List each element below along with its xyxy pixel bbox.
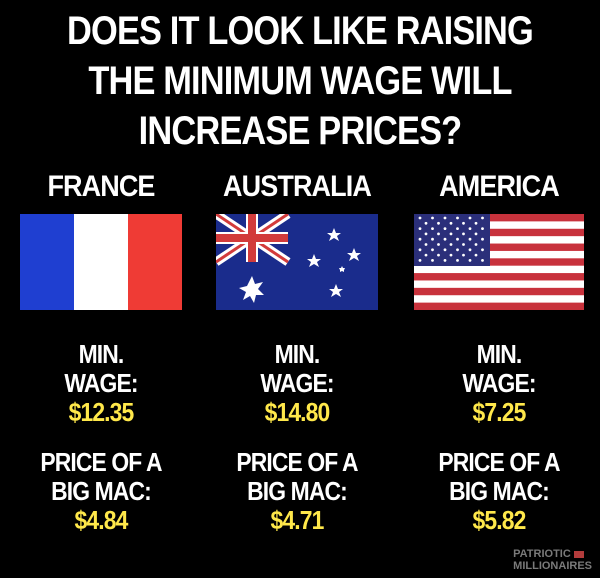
country-name: FRANCE — [47, 170, 155, 203]
big-mac-price-value: $5.82 — [472, 505, 527, 535]
australia-flag-icon — [216, 214, 378, 310]
country-name: AMERICA — [439, 170, 560, 203]
france-flag-icon — [20, 214, 182, 310]
wage-label-line-2: WAGE: — [64, 368, 138, 398]
brand-logo: PATRIOTIC MILLIONAIRES — [513, 548, 592, 572]
min-wage-value: $14.80 — [264, 397, 331, 427]
country-name: AUSTRALIA — [223, 170, 372, 203]
min-wage-value: $7.25 — [472, 397, 527, 427]
big-mac-price-block: PRICE OF A BIG MAC: $4.84 — [6, 448, 196, 535]
big-mac-price-block: PRICE OF A BIG MAC: $5.82 — [404, 448, 594, 535]
price-label-line-1: PRICE OF A — [438, 447, 560, 477]
wage-label-line-2: WAGE: — [260, 368, 334, 398]
price-label-line-2: BIG MAC: — [449, 476, 550, 506]
brand-line-2: MILLIONAIRES — [513, 560, 592, 572]
big-mac-price-block: PRICE OF A BIG MAC: $4.71 — [202, 448, 392, 535]
price-label-line-2: BIG MAC: — [247, 476, 348, 506]
headline-line-1: DOES IT LOOK LIKE RAISING — [67, 9, 534, 53]
usa-flag-icon — [414, 214, 584, 310]
headline-line-3: INCREASE PRICES? — [138, 109, 463, 153]
min-wage-block: MIN. WAGE: $12.35 — [6, 340, 196, 427]
brand-line-1: PATRIOTIC — [513, 548, 592, 560]
price-label-line-1: PRICE OF A — [40, 447, 162, 477]
wage-label-line-1: MIN. — [78, 339, 125, 369]
headline-line-2: THE MINIMUM WAGE WILL — [88, 59, 512, 103]
min-wage-block: MIN. WAGE: $14.80 — [202, 340, 392, 427]
big-mac-price-value: $4.84 — [74, 505, 129, 535]
big-mac-price-value: $4.71 — [270, 505, 325, 535]
headline: DOES IT LOOK LIKE RAISING THE MINIMUM WA… — [42, 6, 558, 156]
min-wage-value: $12.35 — [68, 397, 135, 427]
min-wage-block: MIN. WAGE: $7.25 — [404, 340, 594, 427]
wage-label-line-1: MIN. — [274, 339, 321, 369]
price-label-line-2: BIG MAC: — [51, 476, 152, 506]
wage-label-line-1: MIN. — [476, 339, 523, 369]
wage-label-line-2: WAGE: — [462, 368, 536, 398]
price-label-line-1: PRICE OF A — [236, 447, 358, 477]
